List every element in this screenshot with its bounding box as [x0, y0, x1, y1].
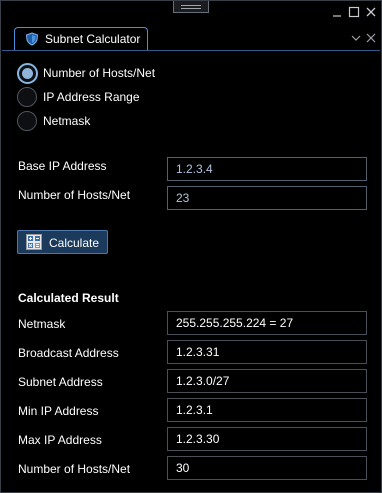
tool-window: Subnet Calculator Number of Hosts/Net IP…: [0, 0, 382, 493]
grip-line: [181, 8, 201, 9]
radio-label: IP Address Range: [43, 90, 140, 104]
radio-netmask[interactable]: Netmask: [17, 111, 227, 133]
hosts-result-output[interactable]: 30: [167, 456, 367, 480]
radio-hosts-per-net[interactable]: Number of Hosts/Net: [17, 63, 227, 85]
broadcast-address-output[interactable]: 1.2.3.31: [167, 340, 367, 364]
max-ip-address-label: Max IP Address: [18, 433, 102, 447]
chevron-down-icon[interactable]: [349, 31, 363, 45]
tab-close-icon[interactable]: [364, 31, 378, 45]
radio-label: Number of Hosts/Net: [43, 66, 156, 80]
subnet-address-label: Subnet Address: [18, 375, 103, 389]
radio-label: Netmask: [43, 114, 91, 128]
radio-circle: [17, 63, 38, 84]
netmask-output[interactable]: 255.255.255.224 = 27: [167, 311, 367, 335]
close-icon[interactable]: [364, 5, 378, 19]
calculate-label: Calculate: [49, 236, 100, 250]
max-ip-address-output[interactable]: 1.2.3.30: [167, 427, 367, 451]
min-ip-address-output[interactable]: 1.2.3.1: [167, 398, 367, 422]
radio-circle: [17, 111, 37, 131]
shield-icon: [25, 32, 39, 46]
drag-handle[interactable]: [173, 1, 209, 13]
grip-line: [181, 5, 201, 6]
hosts-per-net-label: Number of Hosts/Net: [18, 188, 131, 202]
radio-ip-address-range[interactable]: IP Address Range: [17, 87, 227, 109]
tab-subnet-calculator[interactable]: Subnet Calculator: [14, 27, 148, 51]
tab-divider: [2, 50, 380, 51]
subnet-address-output[interactable]: 1.2.3.0/27: [167, 369, 367, 393]
result-section-title: Calculated Result: [18, 291, 119, 305]
netmask-label: Netmask: [18, 317, 66, 331]
base-ip-label: Base IP Address: [18, 159, 107, 173]
maximize-icon[interactable]: [347, 5, 361, 19]
calculator-icon: [26, 234, 42, 250]
broadcast-address-label: Broadcast Address: [18, 346, 119, 360]
base-ip-input[interactable]: 1.2.3.4: [167, 157, 367, 181]
hosts-result-label: Number of Hosts/Net: [18, 462, 131, 476]
minimize-icon[interactable]: [330, 5, 344, 19]
tab-label: Subnet Calculator: [45, 32, 141, 46]
calculate-button[interactable]: Calculate: [17, 230, 108, 254]
min-ip-address-label: Min IP Address: [18, 404, 99, 418]
hosts-per-net-input[interactable]: 23: [167, 186, 367, 210]
radio-circle: [17, 87, 37, 107]
